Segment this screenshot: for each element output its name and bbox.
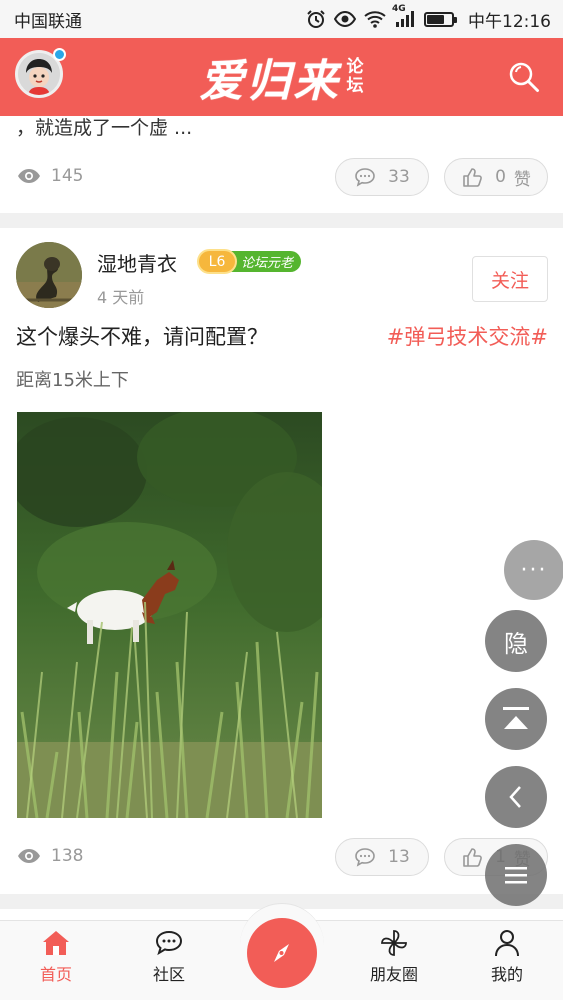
notification-dot	[53, 48, 66, 61]
post-topic-tag[interactable]: #弹弓技术交流#	[387, 321, 548, 351]
signal-icon: 4G	[392, 4, 416, 28]
author-name[interactable]: 湿地青衣	[97, 248, 177, 277]
menu-button[interactable]	[485, 844, 547, 906]
pinwheel-icon	[381, 930, 407, 956]
cobra-avatar-icon	[16, 242, 82, 308]
hide-button[interactable]: 隐	[485, 610, 547, 672]
post-time: 4 天前	[97, 288, 145, 307]
view-count: 145	[17, 166, 83, 186]
status-bar: 中国联通 4G 中午12:16	[0, 0, 563, 38]
post-body: 距离15米上下	[16, 370, 129, 391]
eye-icon	[18, 169, 40, 183]
search-button[interactable]	[507, 60, 541, 94]
nav-item-friends[interactable]: 朋友圈	[349, 929, 439, 985]
person-icon	[495, 930, 519, 957]
menu-icon	[505, 867, 527, 884]
logo-subtext: 论 坛	[347, 58, 364, 96]
alarm-icon	[306, 9, 326, 29]
user-level-badge: L6 论坛元老	[197, 249, 302, 274]
logo-sub-2: 坛	[346, 76, 364, 96]
comment-icon	[355, 168, 375, 187]
feed-divider	[0, 213, 563, 228]
comment-button[interactable]: 13	[335, 838, 429, 876]
follow-button[interactable]: 关注	[472, 256, 548, 302]
carrier-label: 中国联通	[14, 11, 82, 32]
nav-item-home[interactable]: 首页	[11, 929, 101, 985]
more-actions-button[interactable]: ···	[504, 540, 563, 600]
nav-item-community[interactable]: 社区	[124, 929, 214, 985]
compass-icon	[274, 944, 289, 962]
view-count-value: 138	[51, 846, 84, 866]
nav-label-me: 我的	[490, 965, 523, 984]
nav-label-friends: 朋友圈	[369, 965, 418, 984]
level-title: 论坛元老	[229, 251, 302, 272]
home-icon	[43, 931, 69, 955]
goat-in-grass-photo	[17, 412, 322, 818]
post-stats: 138 13 1 赞	[0, 838, 563, 878]
like-unit: 赞	[513, 169, 531, 190]
post-stats: 145 33 0 赞	[0, 158, 563, 198]
author-avatar[interactable]	[16, 242, 82, 308]
status-icons: 4G 中午12:16	[306, 4, 551, 32]
nav-label-community: 社区	[152, 965, 185, 984]
bottom-nav: 首页 社区 朋友圈 我的	[0, 903, 563, 1000]
nav-item-discover[interactable]	[247, 918, 317, 988]
post-feed: ，就造成了一个虚 ... 145 33 0 赞 湿地青衣 L6 论坛元老 4 天…	[0, 116, 563, 929]
comment-count: 33	[388, 167, 410, 187]
comment-icon	[355, 848, 375, 867]
back-button[interactable]	[485, 766, 547, 828]
post-card[interactable]: ，就造成了一个虚 ... 145 33 0 赞	[0, 116, 563, 213]
app-header: 爱归来 论 坛	[0, 38, 563, 116]
thumbs-up-icon	[463, 848, 482, 867]
network-type-label: 4G	[392, 4, 406, 14]
view-count: 138	[17, 846, 83, 866]
app-logo: 爱归来 论 坛	[200, 45, 364, 109]
post-snippet: ，就造成了一个虚 ...	[16, 117, 193, 139]
comment-count: 13	[388, 847, 410, 867]
logo-text: 爱归来	[199, 56, 341, 107]
level-label: L6	[197, 249, 237, 274]
post-image[interactable]	[17, 412, 322, 818]
comment-button[interactable]: 33	[335, 158, 429, 196]
post-title[interactable]: 这个爆头不难，请问配置？	[16, 321, 268, 351]
chevron-left-icon	[509, 786, 521, 808]
clock-label: 中午12:16	[468, 11, 551, 32]
scroll-to-top-button[interactable]	[485, 688, 547, 750]
logo-sub-1: 论	[346, 57, 364, 77]
scroll-top-icon	[503, 707, 529, 729]
like-button[interactable]: 0 赞	[444, 158, 548, 196]
view-count-value: 145	[51, 166, 84, 186]
chat-bubbles-icon	[155, 930, 183, 956]
nav-item-me[interactable]: 我的	[462, 929, 552, 985]
wifi-icon	[364, 10, 386, 28]
thumbs-up-icon	[463, 168, 482, 187]
avatar-cartoon-icon	[18, 53, 60, 95]
eye-comfort-icon	[334, 11, 356, 27]
nav-label-home: 首页	[39, 965, 72, 984]
eye-icon	[18, 849, 40, 863]
battery-icon	[424, 11, 457, 27]
search-icon	[509, 62, 539, 92]
post-card[interactable]: 湿地青衣 L6 论坛元老 4 天前 关注 这个爆头不难，请问配置？ #弹弓技术交…	[0, 228, 563, 894]
like-count: 0	[495, 167, 506, 187]
